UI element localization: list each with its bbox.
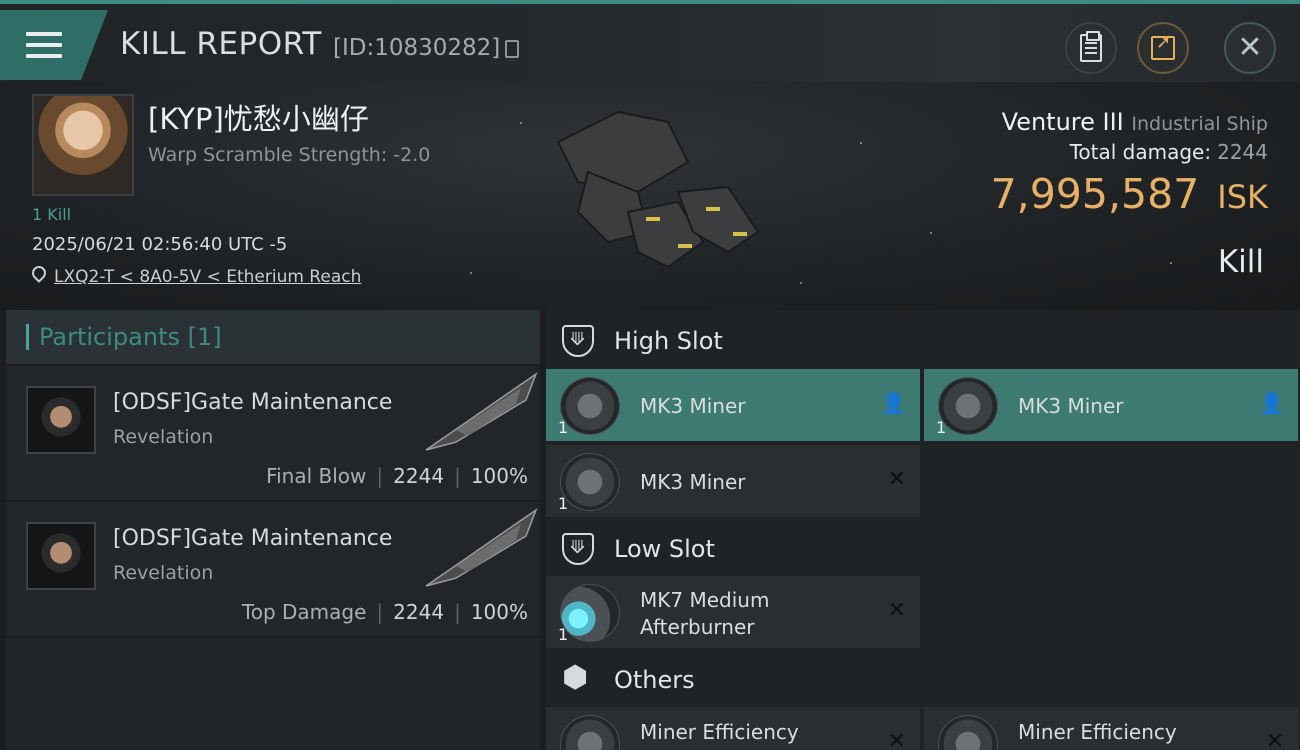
kill-id: [ID:10830282]	[333, 35, 501, 61]
participant-ship: Revelation	[113, 562, 214, 584]
share-button[interactable]	[1137, 22, 1189, 74]
victim-name[interactable]: [KYP]忧愁小幽仔	[148, 96, 369, 138]
total-damage: Total damage: 2244	[1069, 140, 1268, 164]
victim-avatar[interactable]	[32, 94, 134, 196]
x-icon: ✕	[1265, 729, 1284, 750]
kill-datetime: 2025/06/21 02:56:40 UTC -5	[32, 234, 288, 255]
clipboard-button[interactable]	[1065, 22, 1117, 74]
warp-scramble-strength: Warp Scramble Strength: -2.0	[148, 144, 431, 166]
isk-value: 7,995,587 ISK	[990, 170, 1268, 218]
participant-ship-image	[425, 508, 538, 587]
participant-row[interactable]: [ODSF]Gate Maintenance Revelation Final …	[6, 366, 540, 502]
module-item[interactable]: 1 MK7 Medium Afterburner ✕	[546, 576, 920, 648]
location-pin-icon	[29, 263, 49, 283]
fitting-panel: High Slot 1 MK3 Miner 👤 1 MK3 Miner 👤 1 …	[546, 310, 1300, 750]
miner-module-icon	[938, 715, 998, 750]
participant-name: [ODSF]Gate Maintenance	[113, 390, 393, 415]
module-name: Miner Efficiency	[1018, 720, 1177, 744]
kill-location-link[interactable]: LXQ2-T < 8A0-5V < Etherium Reach	[54, 267, 361, 287]
module-item[interactable]: 1 MK3 Miner 👤	[546, 369, 920, 441]
x-icon: ✕	[887, 467, 906, 492]
module-name: Miner Efficiency	[640, 720, 799, 744]
module-name: MK3 Miner	[1018, 394, 1124, 418]
module-item[interactable]: 1 Miner Efficiency ✕	[924, 707, 1298, 750]
participants-panel: Participants [1] [ODSF]Gate Maintenance …	[6, 310, 540, 750]
module-item[interactable]: 1 Miner Efficiency ✕	[546, 707, 920, 750]
participant-ship: Revelation	[113, 426, 214, 448]
miner-module-icon	[560, 715, 620, 750]
high-slot-header: High Slot	[546, 312, 1300, 370]
low-slot-icon	[562, 533, 594, 565]
module-item[interactable]: 1 MK3 Miner 👤	[924, 369, 1298, 441]
miner-module-icon	[560, 453, 620, 511]
menu-button[interactable]	[0, 10, 108, 80]
participants-header: Participants [1]	[6, 310, 540, 366]
hamburger-menu-icon	[26, 32, 62, 60]
afterburner-module-icon	[560, 584, 620, 642]
victim-ship-image	[556, 110, 760, 269]
share-icon	[1151, 32, 1175, 60]
participant-row[interactable]: [ODSF]Gate Maintenance Revelation Top Da…	[6, 502, 540, 638]
module-name: MK3 Miner	[640, 394, 746, 418]
person-icon: 👤	[1259, 391, 1284, 415]
person-icon: 👤	[881, 391, 906, 415]
cube-icon	[562, 660, 594, 696]
clipboard-icon	[1080, 31, 1102, 62]
victim-kill-count: 1 Kill	[32, 205, 72, 224]
module-name: MK3 Miner	[640, 470, 746, 494]
high-slot-icon	[562, 325, 594, 357]
others-header: Others	[546, 651, 1300, 709]
close-icon: ✕	[1237, 30, 1263, 65]
miner-module-icon	[560, 377, 620, 435]
page-title: KILL REPORT	[120, 26, 322, 62]
kill-result: Kill	[1217, 244, 1264, 280]
module-name: MK7 Medium Afterburner	[640, 588, 770, 639]
x-icon: ✕	[887, 598, 906, 623]
module-item[interactable]: 1 MK3 Miner ✕	[546, 445, 920, 517]
participant-stats: Top Damage | 2244 | 100%	[241, 600, 528, 624]
miner-module-icon	[938, 377, 998, 435]
kill-report-header: KILL REPORT [ID:10830282] ✕	[0, 0, 1300, 82]
participant-avatar[interactable]	[26, 386, 96, 454]
participant-stats: Final Blow | 2244 | 100%	[266, 464, 528, 488]
x-icon: ✕	[887, 729, 906, 750]
low-slot-header: Low Slot	[546, 520, 1300, 578]
participant-avatar[interactable]	[26, 522, 96, 590]
close-button[interactable]: ✕	[1224, 22, 1276, 74]
kill-summary: [KYP]忧愁小幽仔 Warp Scramble Strength: -2.0 …	[0, 82, 1300, 310]
copy-id-icon[interactable]	[505, 40, 519, 58]
participant-name: [ODSF]Gate Maintenance	[113, 526, 393, 551]
participant-ship-image	[425, 372, 538, 451]
victim-ship-name: Venture III Industrial Ship	[1001, 108, 1268, 136]
